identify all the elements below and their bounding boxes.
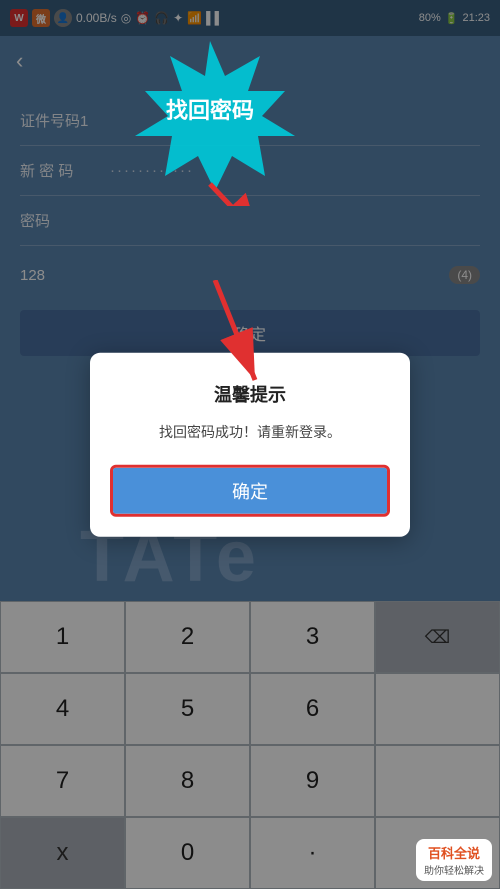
dialog-message: 找回密码成功！请重新登录。 xyxy=(110,420,390,442)
dialog-title: 温馨提示 xyxy=(110,380,390,406)
dialog-confirm-button[interactable]: 确定 xyxy=(113,468,387,514)
dialog: 温馨提示 找回密码成功！请重新登录。 确定 xyxy=(90,352,410,536)
watermark-subtitle: 助你轻松解决 xyxy=(424,862,484,877)
watermark-title: 百科全说 xyxy=(428,843,480,862)
dialog-button-wrapper: 确定 xyxy=(110,465,390,517)
watermark: 百科全说 助你轻松解决 xyxy=(416,839,492,881)
